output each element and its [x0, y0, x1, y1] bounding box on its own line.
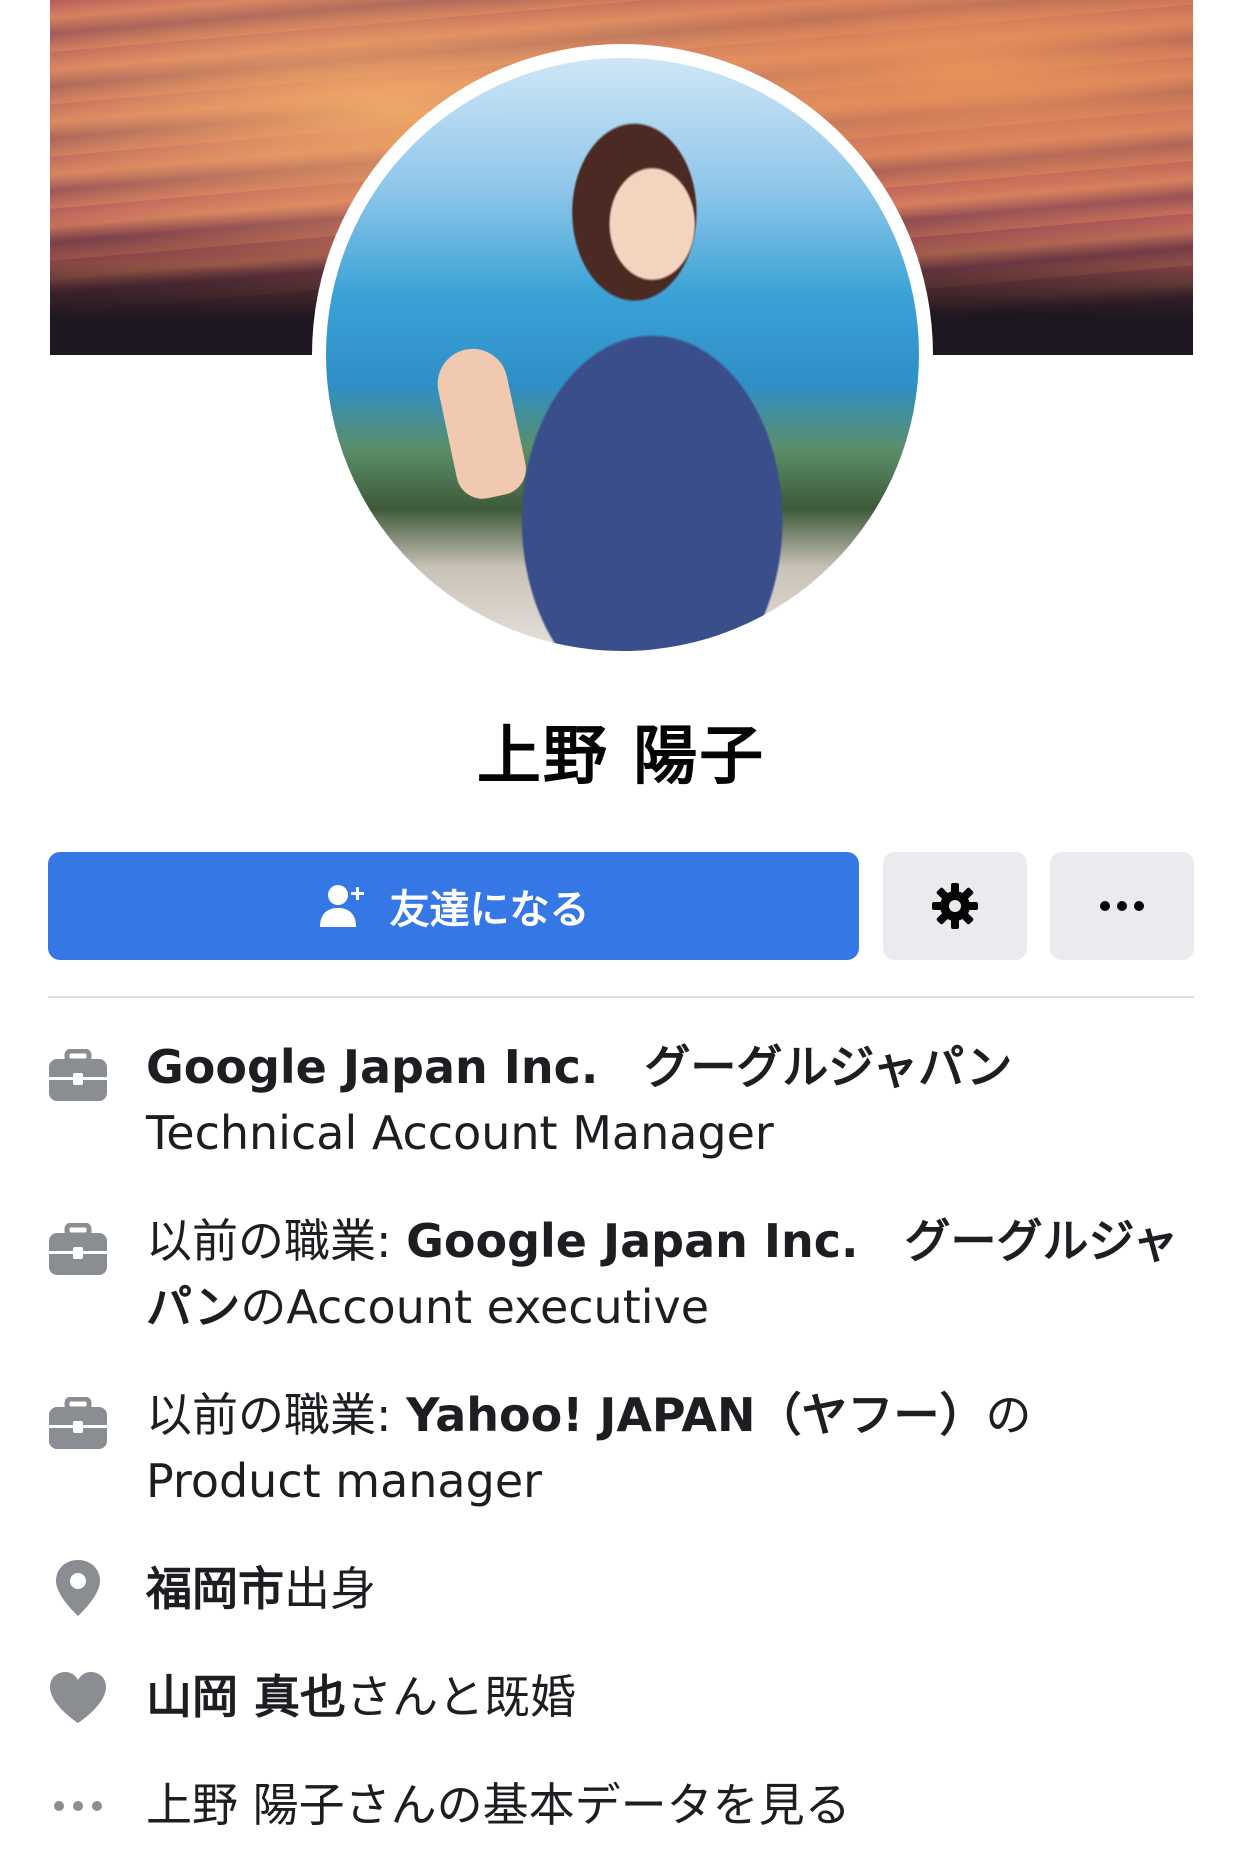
profile-picture-hand: [431, 342, 531, 504]
profile-picture[interactable]: [326, 58, 919, 651]
see-more-about-label: 上野 陽子さんの基本データを見る: [146, 1778, 851, 1832]
profile-name: 上野 陽子: [476, 720, 766, 794]
briefcase-icon: [48, 1394, 108, 1454]
work-prev2-company[interactable]: Yahoo! JAPAN（ヤフー）: [406, 1388, 985, 1442]
work-prev1-company-line1[interactable]: Google Japan Inc. グーグルジャ: [406, 1214, 1178, 1268]
gear-icon: [932, 883, 978, 929]
add-friend-button[interactable]: 友達になる: [48, 852, 859, 960]
settings-button[interactable]: [883, 852, 1027, 960]
section-divider: [48, 996, 1194, 998]
work-prev1-prefix: 以前の職業:: [146, 1214, 407, 1268]
add-friend-label: 友達になる: [389, 888, 590, 932]
location-pin-icon: [48, 1558, 108, 1618]
info-relationship-text: 山岡 真也さんと既婚: [146, 1664, 1206, 1730]
heart-icon: [48, 1668, 108, 1728]
more-icon: [1100, 901, 1144, 911]
info-work-previous-1-text: 以前の職業: Google Japan Inc. グーグルジャ パンのAccou…: [146, 1208, 1206, 1340]
add-friend-icon: [319, 885, 364, 927]
profile-picture-frame: [312, 44, 933, 665]
briefcase-icon: [48, 1220, 108, 1280]
relationship-suffix: さんと既婚: [346, 1670, 577, 1724]
work-prev2-prefix: 以前の職業:: [146, 1388, 407, 1442]
work-prev2-connector: の: [985, 1388, 1032, 1442]
info-work-current-text: Google Japan Inc. グーグルジャパン Technical Acc…: [146, 1034, 1206, 1166]
work-prev1-position: Account executive: [286, 1280, 710, 1334]
work-prev1-connector: の: [240, 1280, 287, 1334]
info-work-previous-2-text: 以前の職業: Yahoo! JAPAN（ヤフー）の Product manage…: [146, 1382, 1206, 1514]
briefcase-icon: [48, 1046, 108, 1106]
more-options-button[interactable]: [1050, 852, 1194, 960]
relationship-partner[interactable]: 山岡 真也: [146, 1670, 346, 1724]
hometown-suffix: 出身: [284, 1562, 376, 1616]
work-prev1-company-line2[interactable]: パン: [146, 1280, 240, 1334]
work-prev2-position: Product manager: [146, 1454, 543, 1508]
info-hometown-text: 福岡市出身: [146, 1556, 1206, 1622]
ellipsis-icon: [48, 1776, 108, 1836]
hometown-place[interactable]: 福岡市: [146, 1562, 284, 1616]
work-current-company[interactable]: Google Japan Inc. グーグルジャパン: [146, 1034, 1206, 1100]
work-current-title: Technical Account Manager: [146, 1106, 774, 1160]
